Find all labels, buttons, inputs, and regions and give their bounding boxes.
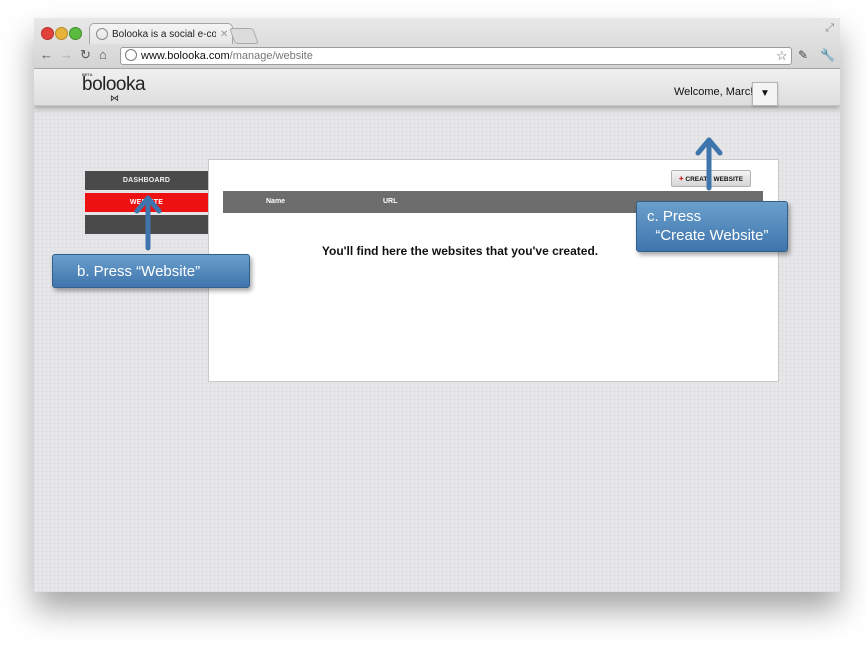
url-host: www.bolooka.com <box>141 50 230 62</box>
new-tab-button[interactable] <box>229 28 259 44</box>
page-info-icon <box>125 49 137 61</box>
wrench-icon[interactable]: 🔧 <box>820 48 835 62</box>
triangle-down-icon: ▼ <box>760 88 770 99</box>
fullscreen-icon[interactable]: ⤢ <box>825 22 834 35</box>
bowtie-icon: ⋈ <box>110 93 119 103</box>
column-url-header: URL <box>383 198 398 205</box>
callout-step-b: b. Press “Website” <box>52 254 250 288</box>
sidebar-item-dashboard[interactable]: DASHBOARD <box>85 171 208 190</box>
tab-title: Bolooka is a social e-commerce <box>112 28 216 40</box>
browser-window: Bolooka is a social e-commerce ✕ ⤢ ← → ↻… <box>34 18 840 592</box>
arrow-up-icon-create <box>695 137 723 191</box>
forward-arrow-icon[interactable]: → <box>60 48 73 62</box>
callout-step-c: c. Press “Create Website” <box>636 201 788 252</box>
tab-close-icon[interactable]: ✕ <box>220 29 228 40</box>
minimize-window-icon[interactable] <box>55 27 68 40</box>
zoom-window-icon[interactable] <box>69 27 82 40</box>
home-icon[interactable]: ⌂ <box>99 48 107 62</box>
bookmark-star-icon[interactable]: ☆ <box>776 48 788 64</box>
browser-chrome: Bolooka is a social e-commerce ✕ ⤢ ← → ↻… <box>34 18 840 69</box>
user-menu-button[interactable]: ▼ <box>752 82 778 106</box>
address-bar[interactable]: www.bolooka.com/manage/website <box>120 47 792 65</box>
column-name-header: Name <box>266 198 286 205</box>
back-arrow-icon[interactable]: ← <box>40 48 53 62</box>
close-window-icon[interactable] <box>41 27 54 40</box>
websites-panel: + CREATE WEBSITE Name URL You'll find he… <box>208 159 779 382</box>
site-header: BETA bolooka ⋈ Welcome, Marc! ▼ <box>34 69 840 106</box>
welcome-text: Welcome, Marc! <box>674 86 754 98</box>
globe-icon <box>96 28 108 40</box>
reload-icon[interactable]: ↻ <box>80 48 91 62</box>
extension-icon[interactable]: ✎ <box>798 48 808 62</box>
browser-tab[interactable]: Bolooka is a social e-commerce ✕ <box>89 23 233 44</box>
url-path: /manage/website <box>229 50 313 62</box>
arrow-up-icon-website <box>134 195 162 251</box>
plus-icon: + <box>678 174 684 183</box>
